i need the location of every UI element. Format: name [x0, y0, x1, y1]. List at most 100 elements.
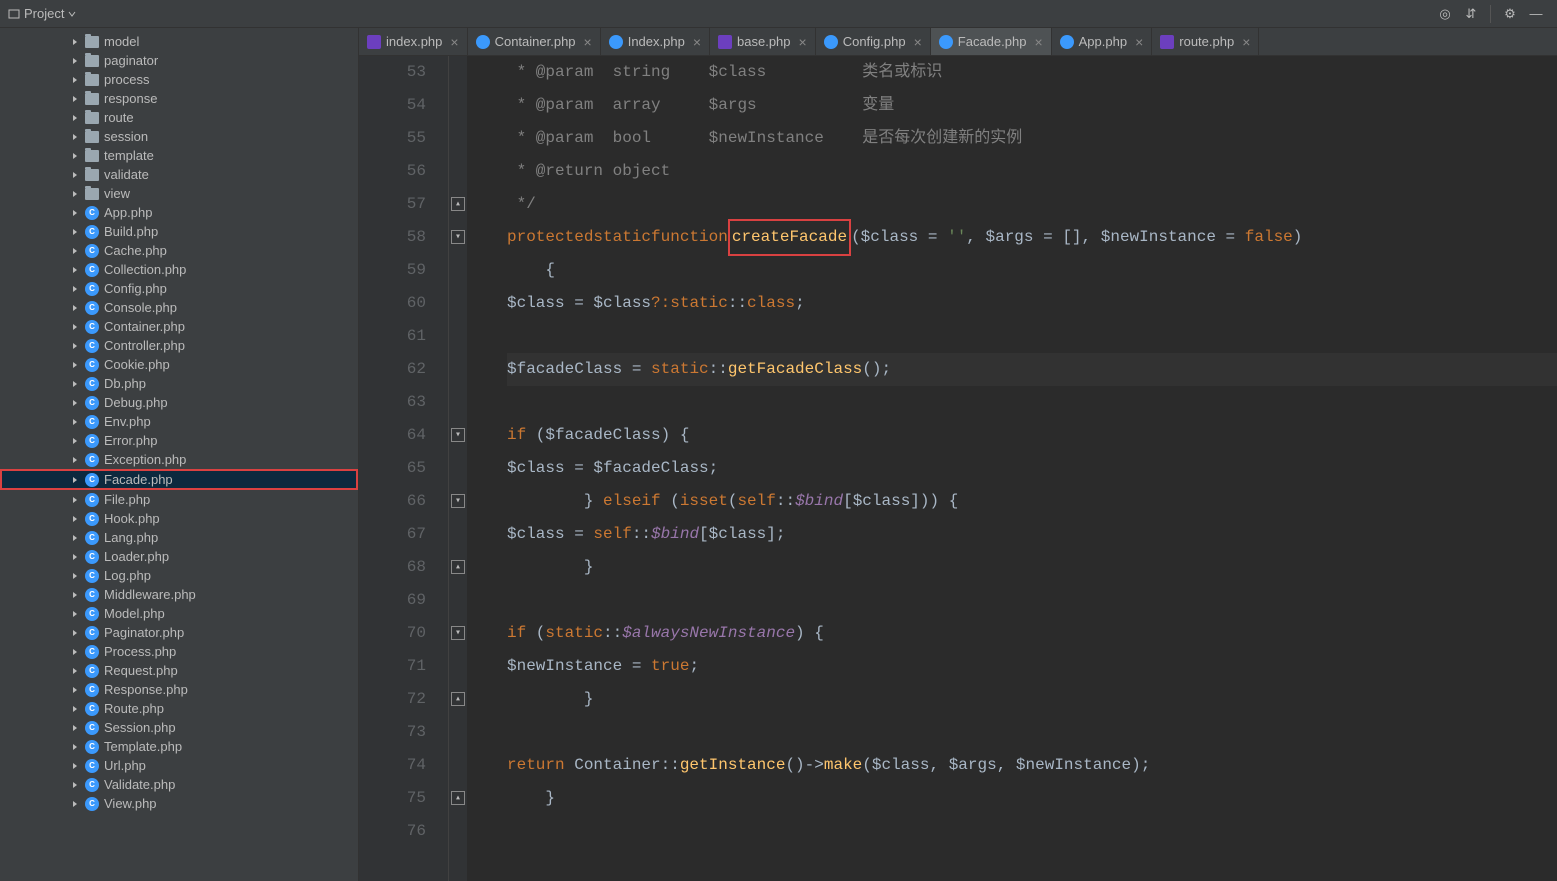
tree-item-model[interactable]: model: [0, 32, 358, 51]
close-icon[interactable]: ×: [1135, 34, 1143, 50]
tree-item-cache-php[interactable]: CCache.php: [0, 241, 358, 260]
tree-item-facade-php[interactable]: CFacade.php: [0, 469, 358, 490]
expand-arrow-icon[interactable]: [70, 360, 80, 370]
code-line[interactable]: $class = $class ?: static::class;: [507, 287, 1557, 320]
tree-item-middleware-php[interactable]: CMiddleware.php: [0, 585, 358, 604]
tree-item-file-php[interactable]: CFile.php: [0, 490, 358, 509]
tree-item-container-php[interactable]: CContainer.php: [0, 317, 358, 336]
code-line[interactable]: [507, 320, 1557, 353]
code-line[interactable]: $class = $facadeClass;: [507, 452, 1557, 485]
expand-arrow-icon[interactable]: [70, 113, 80, 123]
expand-arrow-icon[interactable]: [70, 571, 80, 581]
expand-arrow-icon[interactable]: [70, 455, 80, 465]
collapse-all-icon[interactable]: ⇵: [1460, 3, 1482, 25]
fold-open-icon[interactable]: ▾: [451, 626, 465, 640]
tree-item-env-php[interactable]: CEnv.php: [0, 412, 358, 431]
code-line[interactable]: if (static::$alwaysNewInstance) {: [507, 617, 1557, 650]
tree-item-db-php[interactable]: CDb.php: [0, 374, 358, 393]
tree-item-model-php[interactable]: CModel.php: [0, 604, 358, 623]
expand-arrow-icon[interactable]: [70, 208, 80, 218]
gear-icon[interactable]: ⚙: [1499, 3, 1521, 25]
tree-item-template[interactable]: template: [0, 146, 358, 165]
close-icon[interactable]: ×: [1034, 34, 1042, 50]
tab-base-php[interactable]: base.php×: [710, 28, 816, 55]
code-editor[interactable]: 5354555657585960616263646566676869707172…: [359, 56, 1557, 881]
tree-item-build-php[interactable]: CBuild.php: [0, 222, 358, 241]
tree-item-request-php[interactable]: CRequest.php: [0, 661, 358, 680]
tab-config-php[interactable]: Config.php×: [816, 28, 931, 55]
code-line[interactable]: $newInstance = true;: [507, 650, 1557, 683]
expand-arrow-icon[interactable]: [70, 685, 80, 695]
expand-arrow-icon[interactable]: [70, 723, 80, 733]
tree-item-console-php[interactable]: CConsole.php: [0, 298, 358, 317]
expand-arrow-icon[interactable]: [70, 398, 80, 408]
locate-icon[interactable]: ◎: [1434, 3, 1456, 25]
code-line[interactable]: [507, 815, 1557, 848]
expand-arrow-icon[interactable]: [70, 514, 80, 524]
expand-arrow-icon[interactable]: [70, 417, 80, 427]
code-line[interactable]: */: [507, 188, 1557, 221]
tree-item-view-php[interactable]: CView.php: [0, 794, 358, 813]
expand-arrow-icon[interactable]: [70, 322, 80, 332]
expand-arrow-icon[interactable]: [70, 151, 80, 161]
expand-arrow-icon[interactable]: [70, 666, 80, 676]
tree-item-collection-php[interactable]: CCollection.php: [0, 260, 358, 279]
code-line[interactable]: if ($facadeClass) {: [507, 419, 1557, 452]
hide-icon[interactable]: —: [1525, 3, 1547, 25]
fold-open-icon[interactable]: ▾: [451, 428, 465, 442]
fold-open-icon[interactable]: ▾: [451, 230, 465, 244]
expand-arrow-icon[interactable]: [70, 552, 80, 562]
code-line[interactable]: return Container::getInstance()->make($c…: [507, 749, 1557, 782]
code-line[interactable]: }: [507, 782, 1557, 815]
code-line[interactable]: * @return object: [507, 155, 1557, 188]
code-line[interactable]: $facadeClass = static::getFacadeClass();: [507, 353, 1557, 386]
tree-item-url-php[interactable]: CUrl.php: [0, 756, 358, 775]
expand-arrow-icon[interactable]: [70, 341, 80, 351]
code-line[interactable]: [507, 386, 1557, 419]
tree-item-app-php[interactable]: CApp.php: [0, 203, 358, 222]
expand-arrow-icon[interactable]: [70, 132, 80, 142]
project-tree-sidebar[interactable]: modelpaginatorprocessresponseroutesessio…: [0, 28, 359, 881]
tree-item-config-php[interactable]: CConfig.php: [0, 279, 358, 298]
expand-arrow-icon[interactable]: [70, 780, 80, 790]
tree-item-paginator-php[interactable]: CPaginator.php: [0, 623, 358, 642]
code-line[interactable]: * @param bool $newInstance 是否每次创建新的实例: [507, 122, 1557, 155]
tree-item-template-php[interactable]: CTemplate.php: [0, 737, 358, 756]
tree-item-process[interactable]: process: [0, 70, 358, 89]
tree-item-session[interactable]: session: [0, 127, 358, 146]
tree-item-paginator[interactable]: paginator: [0, 51, 358, 70]
expand-arrow-icon[interactable]: [70, 379, 80, 389]
code-content[interactable]: * @param string $class 类名或标识 * @param ar…: [467, 56, 1557, 881]
tree-item-route[interactable]: route: [0, 108, 358, 127]
code-line[interactable]: }: [507, 683, 1557, 716]
expand-arrow-icon[interactable]: [70, 533, 80, 543]
expand-arrow-icon[interactable]: [70, 647, 80, 657]
fold-close-icon[interactable]: ▴: [451, 197, 465, 211]
close-icon[interactable]: ×: [584, 34, 592, 50]
tree-item-debug-php[interactable]: CDebug.php: [0, 393, 358, 412]
code-line[interactable]: $class = self::$bind[$class];: [507, 518, 1557, 551]
expand-arrow-icon[interactable]: [70, 742, 80, 752]
fold-close-icon[interactable]: ▴: [451, 791, 465, 805]
project-dropdown[interactable]: Project: [8, 6, 76, 21]
tab-app-php[interactable]: App.php×: [1052, 28, 1153, 55]
tree-item-validate[interactable]: validate: [0, 165, 358, 184]
expand-arrow-icon[interactable]: [70, 436, 80, 446]
close-icon[interactable]: ×: [914, 34, 922, 50]
code-line[interactable]: * @param string $class 类名或标识: [507, 56, 1557, 89]
close-icon[interactable]: ×: [1242, 34, 1250, 50]
tree-item-loader-php[interactable]: CLoader.php: [0, 547, 358, 566]
fold-close-icon[interactable]: ▴: [451, 692, 465, 706]
tree-item-log-php[interactable]: CLog.php: [0, 566, 358, 585]
tree-item-cookie-php[interactable]: CCookie.php: [0, 355, 358, 374]
tab-facade-php[interactable]: Facade.php×: [931, 28, 1052, 55]
tree-item-hook-php[interactable]: CHook.php: [0, 509, 358, 528]
expand-arrow-icon[interactable]: [70, 265, 80, 275]
tab-index-php[interactable]: index.php×: [359, 28, 468, 55]
close-icon[interactable]: ×: [693, 34, 701, 50]
expand-arrow-icon[interactable]: [70, 246, 80, 256]
expand-arrow-icon[interactable]: [70, 75, 80, 85]
expand-arrow-icon[interactable]: [70, 94, 80, 104]
tree-item-response-php[interactable]: CResponse.php: [0, 680, 358, 699]
expand-arrow-icon[interactable]: [70, 170, 80, 180]
